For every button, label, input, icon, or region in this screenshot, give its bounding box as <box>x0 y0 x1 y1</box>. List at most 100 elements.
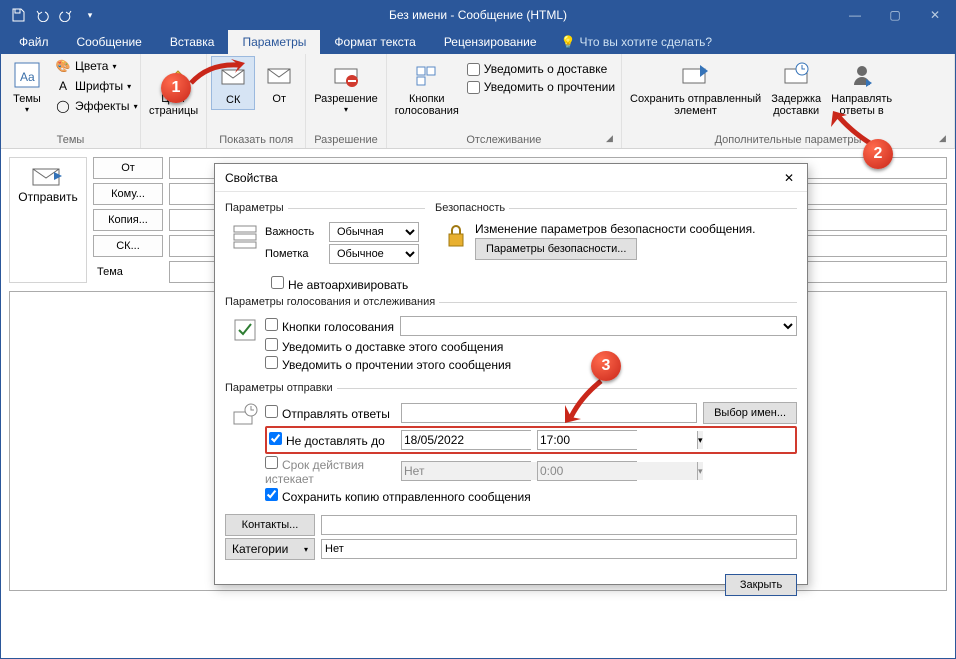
qat-customize-icon[interactable]: ▾ <box>81 6 99 24</box>
annotation-marker-1: 1 <box>161 73 191 103</box>
effects-icon: ◯ <box>55 98 71 114</box>
sensitivity-select[interactable]: Обычное <box>329 244 419 264</box>
minimize-button[interactable]: — <box>835 1 875 29</box>
dialog-titlebar: Свойства ✕ <box>215 164 807 192</box>
voting-buttons-select[interactable] <box>400 316 797 336</box>
redo-icon[interactable] <box>57 6 75 24</box>
themes-button[interactable]: Aa Темы ▾ <box>5 56 49 117</box>
send-icon <box>32 166 64 186</box>
deliver-time-picker[interactable]: ▾ <box>537 430 637 450</box>
chevron-down-icon: ▾ <box>344 105 348 114</box>
from-button[interactable]: От <box>257 56 301 108</box>
ribbon: Aa Темы ▾ 🎨Цвета▾ AШрифты▾ ◯Эффекты▾ Тем… <box>1 54 955 149</box>
ribbon-tabs: Файл Сообщение Вставка Параметры Формат … <box>1 29 955 54</box>
tracking-dialog-launcher[interactable]: ◢ <box>606 133 618 145</box>
tab-review[interactable]: Рецензирование <box>430 30 551 54</box>
close-dialog-button[interactable]: Закрыть <box>725 574 797 596</box>
from-field-button[interactable]: От <box>93 157 163 179</box>
send-button[interactable]: Отправить <box>9 157 87 283</box>
voting-buttons[interactable]: Кнопки голосования <box>391 56 463 120</box>
tab-file[interactable]: Файл <box>5 30 63 54</box>
categories-input[interactable] <box>321 539 797 559</box>
security-settings-button[interactable]: Параметры безопасности... <box>475 238 637 260</box>
have-replies-input[interactable] <box>401 403 697 423</box>
lightbulb-icon: 💡 <box>561 35 576 49</box>
security-group: Безопасность Изменение параметров безопа… <box>435 202 797 266</box>
bcc-field-button[interactable]: СК... <box>93 235 163 257</box>
window-title: Без имени - Сообщение (HTML) <box>389 8 567 22</box>
themes-icon: Aa <box>11 59 43 91</box>
chevron-down-icon: ▾ <box>697 462 703 480</box>
annotation-arrow-1 <box>189 59 249 89</box>
delivery-options-group: Параметры отправки Отправлять ответы Выб… <box>225 382 797 506</box>
voting-buttons-checkbox[interactable]: Кнопки голосования <box>265 318 394 334</box>
contacts-button[interactable]: Контакты... <box>225 514 315 536</box>
read-receipt-dlg-checkbox[interactable]: Уведомить о прочтении этого сообщения <box>265 356 511 372</box>
colors-button[interactable]: 🎨Цвета▾ <box>51 56 142 76</box>
tab-options[interactable]: Параметры <box>228 30 320 54</box>
quick-access-toolbar: ▾ <box>1 6 99 24</box>
more-options-dialog-launcher[interactable]: ◢ <box>939 133 951 145</box>
titlebar: ▾ Без имени - Сообщение (HTML) — ▢ ✕ <box>1 1 955 29</box>
direct-replies-icon <box>846 59 878 91</box>
annotation-marker-2: 2 <box>863 139 893 169</box>
close-button[interactable]: ✕ <box>915 1 955 29</box>
annotation-marker-3: 3 <box>591 351 621 381</box>
svg-text:Aa: Aa <box>20 70 35 84</box>
colors-icon: 🎨 <box>55 58 71 74</box>
importance-select[interactable]: Обычная <box>329 222 419 242</box>
expires-checkbox[interactable]: Срок действия истекает <box>265 456 395 486</box>
permission-icon <box>330 59 362 91</box>
annotation-arrow-3 <box>561 377 611 427</box>
properties-dialog: Свойства ✕ Параметры ВажностьОбычная Пом… <box>214 163 808 585</box>
delay-icon <box>780 59 812 91</box>
contacts-input[interactable] <box>321 515 797 535</box>
tab-format-text[interactable]: Формат текста <box>320 30 429 54</box>
undo-icon[interactable] <box>33 6 51 24</box>
do-not-deliver-checkbox[interactable]: Не доставлять до <box>269 432 395 448</box>
ribbon-group-themes: Aa Темы ▾ 🎨Цвета▾ AШрифты▾ ◯Эффекты▾ Тем… <box>1 54 141 148</box>
fonts-button[interactable]: AШрифты▾ <box>51 76 142 96</box>
no-autoarchive-checkbox[interactable]: Не автоархивировать <box>271 276 408 292</box>
window-controls: — ▢ ✕ <box>835 1 955 29</box>
save-sent-icon <box>680 59 712 91</box>
do-not-deliver-row: Не доставлять до ▾ ▾ <box>265 426 797 454</box>
ribbon-group-tracking: Кнопки голосования Уведомить о доставке … <box>387 54 622 148</box>
categories-button[interactable]: Категории▾ <box>225 538 315 560</box>
save-icon[interactable] <box>9 6 27 24</box>
settings-icon <box>225 220 265 266</box>
outlook-message-window: ▾ Без имени - Сообщение (HTML) — ▢ ✕ Фай… <box>0 0 956 659</box>
from-icon <box>263 59 295 91</box>
effects-button[interactable]: ◯Эффекты▾ <box>51 96 142 116</box>
ribbon-group-permission: Разрешение ▾ Разрешение <box>306 54 387 148</box>
read-receipt-checkbox[interactable]: Уведомить о прочтении <box>465 78 617 96</box>
subject-label: Тема <box>93 266 163 278</box>
delay-delivery-button[interactable]: Задержка доставки <box>767 56 825 120</box>
chevron-down-icon: ▾ <box>25 105 29 114</box>
delivery-receipt-dlg-checkbox[interactable]: Уведомить о доставке этого сообщения <box>265 338 503 354</box>
maximize-button[interactable]: ▢ <box>875 1 915 29</box>
deliver-date-picker[interactable]: ▾ <box>401 430 531 450</box>
have-replies-checkbox[interactable]: Отправлять ответы <box>265 405 395 421</box>
delivery-receipt-checkbox[interactable]: Уведомить о доставке <box>465 60 617 78</box>
voting-tracking-group: Параметры голосования и отслеживания Кно… <box>225 296 797 374</box>
ribbon-group-more-options: Сохранить отправленный элемент Задержка … <box>622 54 955 148</box>
permission-button[interactable]: Разрешение ▾ <box>310 56 382 117</box>
tab-insert[interactable]: Вставка <box>156 30 229 54</box>
tell-me[interactable]: 💡 Что вы хотите сделать? <box>561 35 713 49</box>
dialog-title: Свойства <box>225 171 278 185</box>
tab-message[interactable]: Сообщение <box>63 30 156 54</box>
fonts-icon: A <box>55 78 71 94</box>
voting-icon <box>411 59 443 91</box>
delivery-group-icon <box>225 400 265 506</box>
save-sent-item-button[interactable]: Сохранить отправленный элемент <box>626 56 765 120</box>
to-field-button[interactable]: Кому... <box>93 183 163 205</box>
chevron-down-icon[interactable]: ▾ <box>697 431 703 449</box>
voting-group-icon <box>225 314 265 374</box>
chevron-down-icon: ▾ <box>304 545 308 554</box>
save-copy-checkbox[interactable]: Сохранить копию отправленного сообщения <box>265 488 531 504</box>
expires-time-picker: ▾ <box>537 461 637 481</box>
dialog-close-button[interactable]: ✕ <box>777 166 801 190</box>
cc-field-button[interactable]: Копия... <box>93 209 163 231</box>
select-names-button[interactable]: Выбор имен... <box>703 402 797 424</box>
